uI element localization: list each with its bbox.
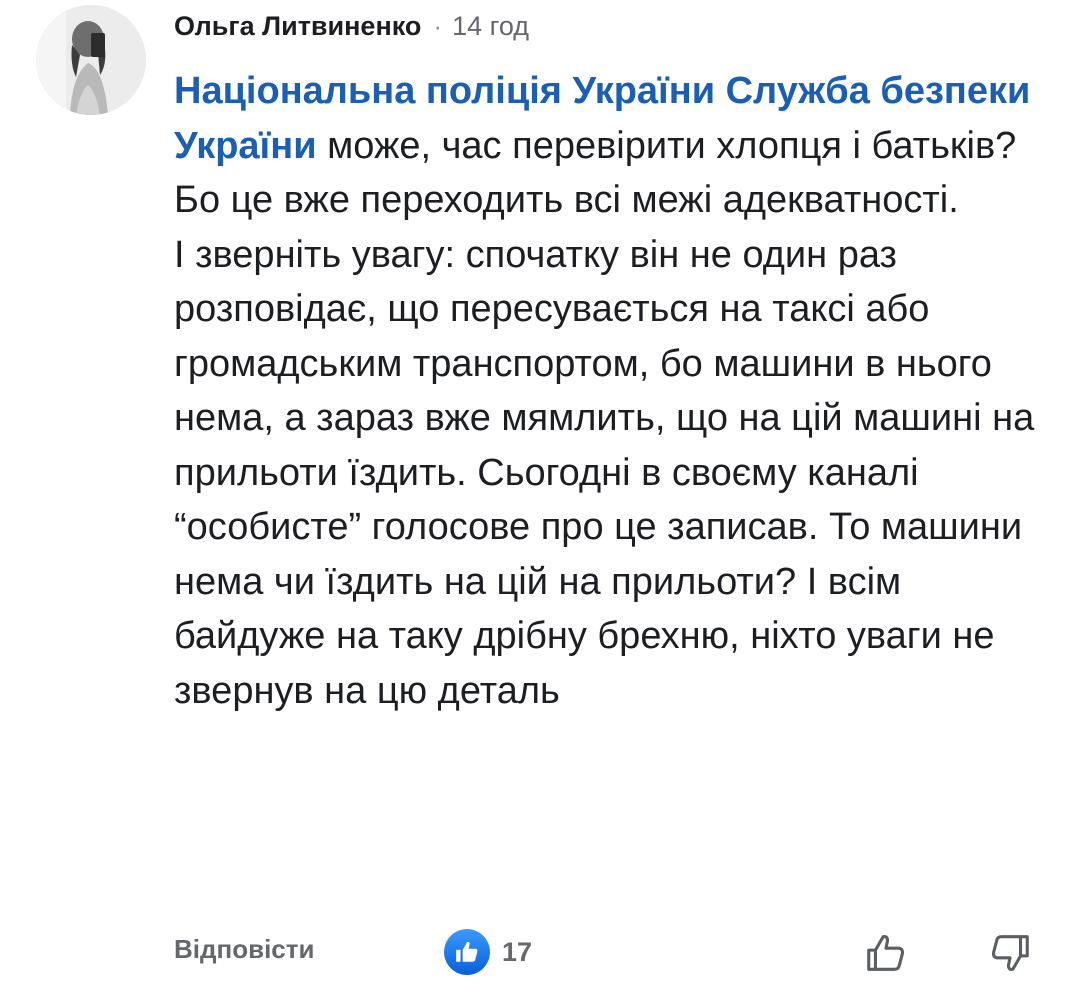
thumbs-up-icon (867, 935, 905, 971)
author-name[interactable]: Ольга Литвиненко (174, 11, 421, 42)
comment-actions: Відповісти 17 (174, 925, 1044, 981)
avatar[interactable] (36, 5, 146, 115)
downvote-button[interactable] (984, 927, 1036, 979)
comment-header: Ольга Литвиненко · 14 год (174, 4, 529, 48)
separator-dot: · (433, 10, 443, 41)
timestamp[interactable]: 14 год (452, 11, 529, 42)
reply-button[interactable]: Відповісти (174, 934, 314, 965)
comment-paragraph-2: І зверніть увагу: спочатку він не один р… (174, 233, 1035, 712)
like-icon (444, 929, 490, 975)
comment-paragraph-1: Національна поліція України Служба безпе… (174, 64, 1054, 228)
reaction-count: 17 (502, 936, 533, 967)
comment-body: Національна поліція України Служба безпе… (174, 64, 1054, 718)
avatar-photo (36, 5, 146, 115)
upvote-button[interactable] (860, 927, 912, 979)
thumbs-down-icon (991, 935, 1029, 971)
reactions-summary[interactable]: 17 (444, 929, 532, 975)
